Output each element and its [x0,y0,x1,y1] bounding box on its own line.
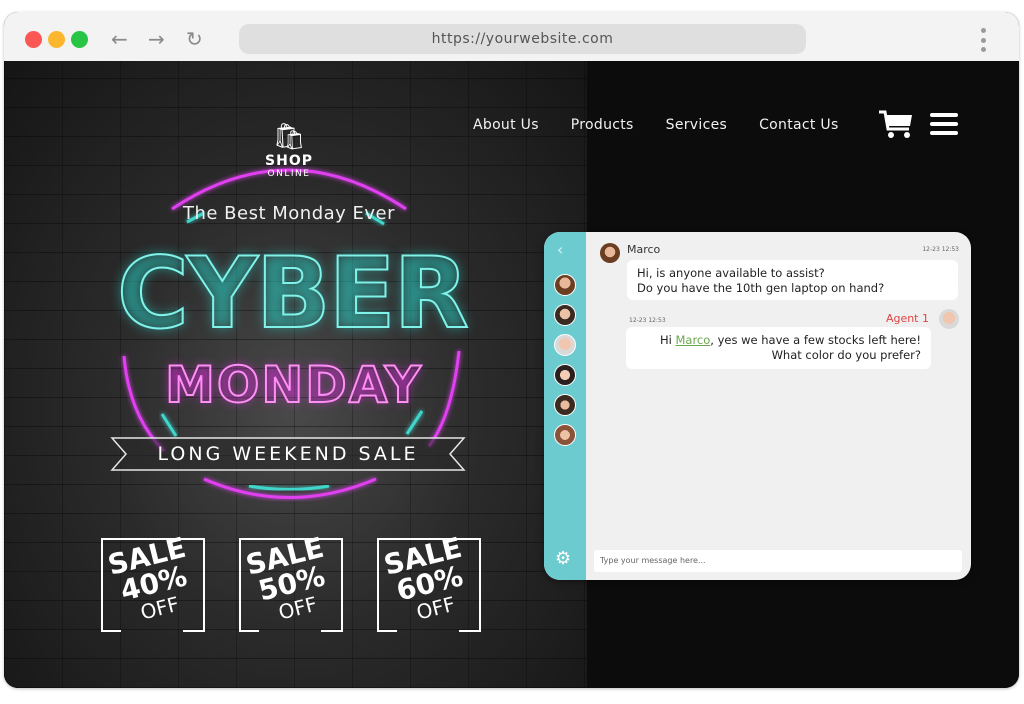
message-input[interactable]: Type your message here... [594,550,962,572]
reload-icon[interactable]: ↻ [186,26,203,52]
mention-link[interactable]: Marco [675,333,710,347]
ribbon-text: LONG WEEKEND SALE [157,443,419,465]
contact-avatar[interactable] [554,274,576,296]
headline-cyber: CYBER [116,237,470,351]
marco-avatar [600,243,620,263]
shop-subtitle: ONLINE [267,169,311,179]
nav-about-us[interactable]: About Us [473,117,539,133]
shop-title: SHOP [265,153,313,169]
headline-monday: MONDAY [164,356,423,414]
browser-window: ← → ↻ https://yourwebsite.com About Us P… [4,12,1019,688]
kebab-menu-icon[interactable] [981,28,987,52]
arrow-right-icon[interactable]: → [148,26,165,52]
address-bar[interactable]: https://yourwebsite.com [239,24,806,54]
message-timestamp: 12-23 12:53 [922,246,959,253]
message-sender: Agent 1 [885,312,929,325]
arrow-left-icon[interactable]: ← [111,26,128,52]
contact-avatar[interactable] [554,364,576,386]
message-timestamp: 12-23 12:53 [629,317,666,324]
page-content: About Us Products Services Contact Us 🛍 … [4,61,1019,688]
nav-products[interactable]: Products [571,117,634,133]
hamburger-menu-icon[interactable] [930,113,958,135]
message-sender: Marco [627,243,661,256]
shopping-bag-icon: 🛍 [272,122,306,152]
shop-online-logo: 🛍 SHOP ONLINE [244,121,334,180]
sale-badge-40[interactable]: SALE 40% OFF [101,531,205,632]
chat-sidebar: ‹ ⚙ [544,232,586,580]
maximize-window-button[interactable] [71,31,88,48]
gear-icon[interactable]: ⚙ [555,550,571,568]
chat-widget: ‹ ⚙ Marco 12-23 12:53 Hi, is anyone avai… [544,232,971,580]
message-bubble-outgoing: Hi Marco, yes we have a few stocks left … [626,327,931,369]
contact-avatar[interactable] [554,304,576,326]
contact-avatar[interactable] [554,394,576,416]
tagline: The Best Monday Ever [182,203,396,224]
minimize-window-button[interactable] [48,31,65,48]
nav-services[interactable]: Services [666,117,727,133]
shopping-cart-icon[interactable] [878,109,914,139]
sale-badge-60[interactable]: SALE 60% OFF [377,531,481,632]
contact-avatar[interactable] [554,424,576,446]
browser-toolbar: ← → ↻ https://yourwebsite.com [4,12,1019,62]
contact-avatar[interactable] [554,334,576,356]
agent-avatar [939,309,959,329]
message-bubble-incoming: Hi, is anyone available to assist? Do yo… [627,260,958,300]
chevron-left-icon[interactable]: ‹ [557,240,563,259]
nav-contact-us[interactable]: Contact Us [759,117,838,133]
sale-badge-50[interactable]: SALE 50% OFF [239,531,343,632]
close-window-button[interactable] [25,31,42,48]
